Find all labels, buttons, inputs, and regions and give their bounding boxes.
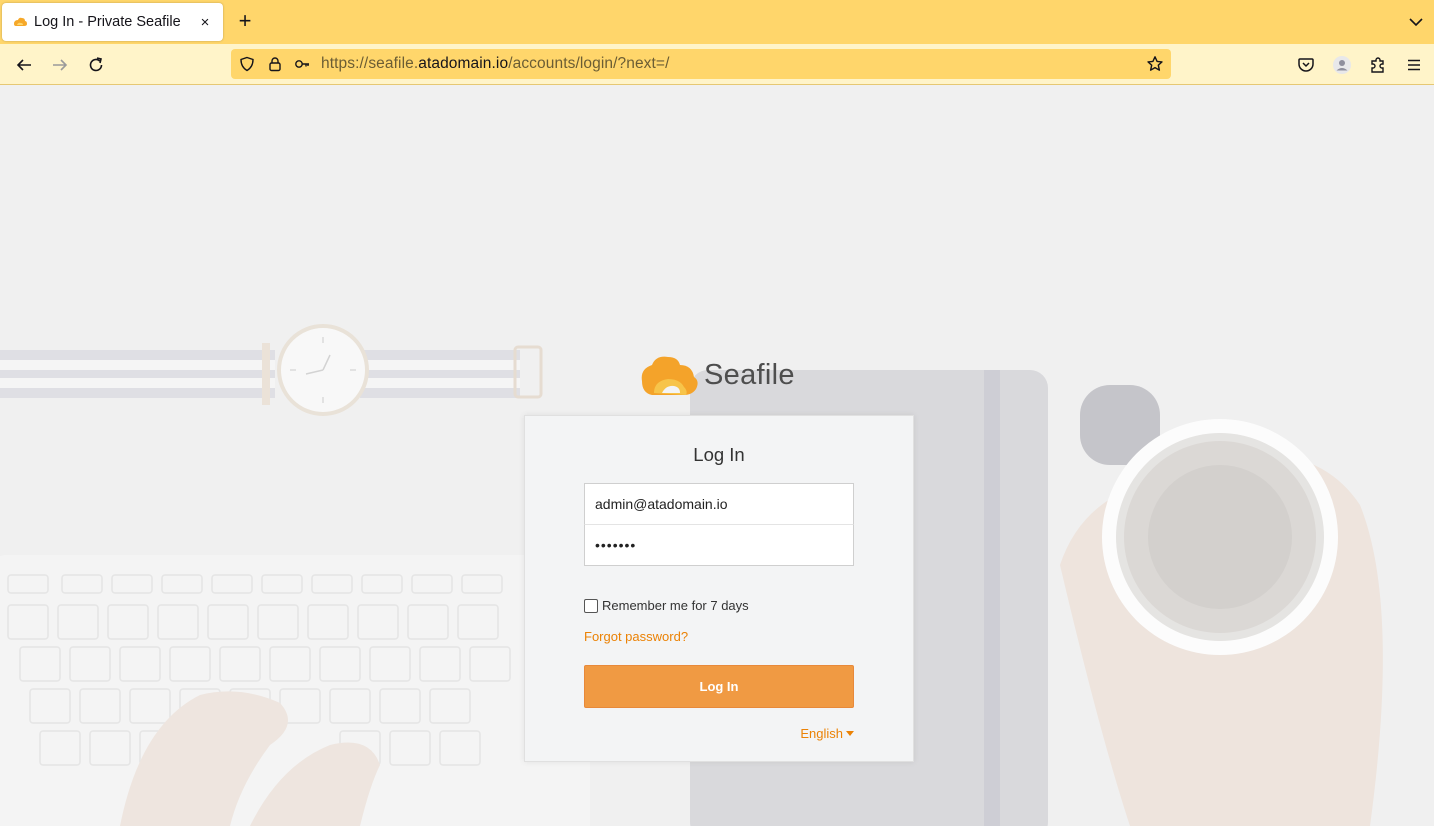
tab-bar: Log In - Private Seafile × + (0, 0, 1434, 44)
url-text[interactable]: https://seafile.atadomain.io/accounts/lo… (321, 55, 669, 73)
seafile-favicon-icon (14, 17, 27, 26)
language-label: English (800, 726, 843, 741)
login-button[interactable]: Log In (584, 665, 854, 708)
remember-me-checkbox[interactable] (584, 598, 598, 613)
forward-button[interactable] (48, 53, 72, 77)
pocket-icon (1298, 58, 1314, 72)
brand-name: Seafile (704, 358, 795, 391)
back-button[interactable] (12, 53, 36, 77)
forgot-password-link[interactable]: Forgot password? (584, 629, 688, 644)
seafile-cloud-icon (641, 356, 698, 395)
username-field[interactable]: admin@atadomain.io (584, 483, 854, 525)
extensions-button[interactable] (1366, 53, 1390, 77)
seafile-logo: Seafile (638, 352, 795, 398)
chevron-down-icon[interactable] (1406, 12, 1426, 32)
menu-button[interactable] (1402, 53, 1426, 77)
tab-close-button[interactable]: × (197, 14, 213, 31)
url-prefix: https://seafile. (321, 55, 419, 72)
login-title: Log In (693, 444, 745, 465)
remember-me-label: Remember me for 7 days (602, 598, 749, 613)
url-path: /accounts/login/?next=/ (508, 55, 670, 72)
pocket-button[interactable] (1294, 53, 1318, 77)
bookmark-star-icon[interactable] (1146, 55, 1164, 73)
new-tab-button[interactable]: + (233, 10, 257, 34)
tab-title: Log In - Private Seafile (34, 14, 181, 30)
password-field[interactable]: ••••••• (584, 524, 854, 566)
remember-me-option[interactable]: Remember me for 7 days (584, 598, 749, 613)
active-tab[interactable]: Log In - Private Seafile × (2, 3, 223, 41)
login-panel: Log In admin@atadomain.io ••••••• Rememb… (524, 415, 914, 762)
url-domain: atadomain.io (418, 55, 509, 72)
shield-icon[interactable] (239, 56, 255, 72)
address-bar[interactable]: https://seafile.atadomain.io/accounts/lo… (231, 49, 1171, 79)
language-selector[interactable]: English (800, 726, 854, 741)
reload-icon (89, 57, 103, 72)
navigation-bar: https://seafile.atadomain.io/accounts/lo… (0, 44, 1434, 85)
hamburger-menu-icon (1408, 59, 1420, 71)
account-button[interactable] (1330, 53, 1354, 77)
key-icon[interactable] (294, 56, 310, 72)
puzzle-piece-icon (1371, 57, 1384, 73)
reload-button[interactable] (84, 53, 108, 77)
caret-down-icon (846, 731, 854, 736)
back-arrow-icon (16, 59, 31, 71)
forward-arrow-icon (53, 59, 68, 71)
account-avatar-icon (1333, 56, 1351, 74)
lock-icon[interactable] (267, 56, 283, 72)
